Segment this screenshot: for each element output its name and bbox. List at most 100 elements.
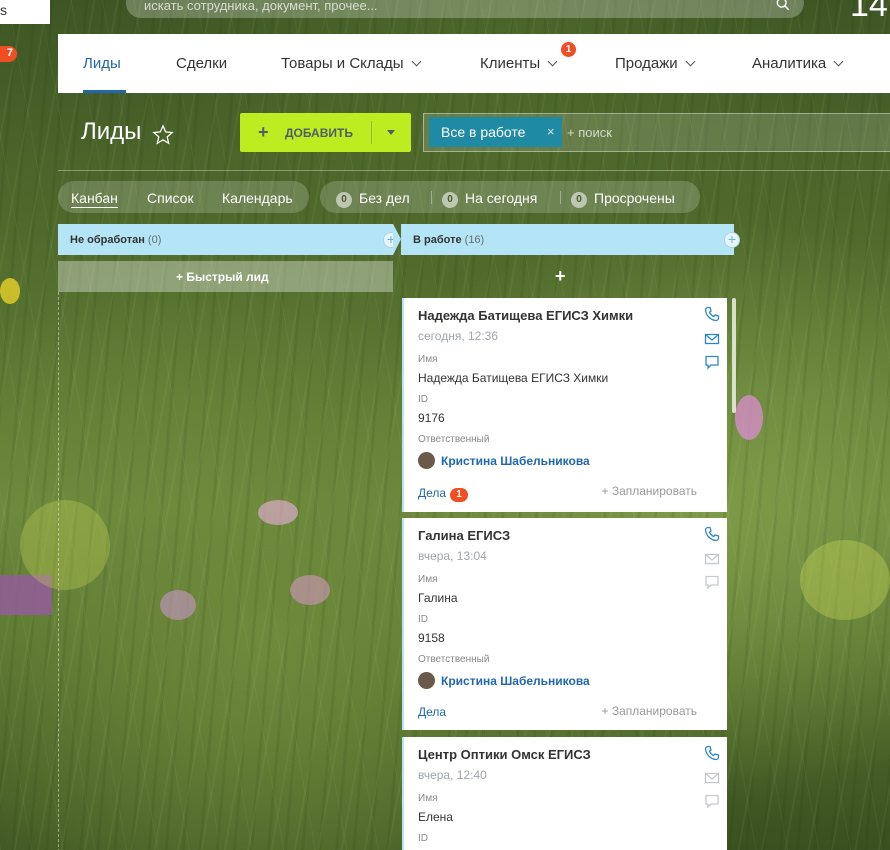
- mail-icon[interactable]: [704, 551, 720, 567]
- plan-activity-link[interactable]: + Запланировать: [601, 704, 697, 718]
- tab-deals[interactable]: Сделки: [176, 55, 227, 72]
- card-date: сегодня, 12:36: [418, 329, 499, 343]
- column-arrow: [393, 224, 401, 255]
- mail-icon[interactable]: [704, 770, 720, 786]
- counter-no-activities[interactable]: 0 Без дел: [336, 190, 410, 209]
- owner-name: Кристина Шабельникова: [441, 454, 590, 468]
- field-value: 9176: [418, 411, 445, 425]
- star-icon[interactable]: [152, 124, 174, 146]
- phone-icon[interactable]: [704, 526, 720, 542]
- owner-link[interactable]: Кристина Шабельникова: [418, 672, 590, 689]
- title-divider: [58, 170, 890, 171]
- mail-icon[interactable]: [704, 331, 720, 347]
- card-title[interactable]: Надежда Батищева ЕГИСЗ Химки: [418, 308, 633, 323]
- counter-overdue[interactable]: 0 Просрочены: [571, 190, 675, 209]
- tab-label: Сделки: [176, 55, 228, 72]
- portal-logo[interactable]: s: [0, 0, 50, 24]
- left-menu-badge: 7: [0, 46, 17, 62]
- field-label: Имя: [418, 793, 438, 804]
- background-flower: [0, 575, 52, 615]
- page-title: Лиды: [81, 118, 142, 145]
- avatar: [418, 452, 435, 469]
- quick-lead-text: Быстрый лид: [186, 270, 269, 284]
- view-switcher: Канбан Список Календарь: [58, 181, 309, 213]
- card-date: вчера, 12:40: [418, 768, 487, 782]
- tab-label: Продажи: [615, 55, 678, 72]
- background-flower: [258, 500, 298, 525]
- deals-label: Дела: [418, 486, 447, 500]
- phone-icon[interactable]: [704, 306, 720, 322]
- field-value: Галина: [418, 591, 458, 605]
- field-value: 9158: [418, 631, 445, 645]
- counter-today[interactable]: 0 На сегодня: [442, 190, 537, 209]
- owner-link[interactable]: Кристина Шабельникова: [418, 452, 590, 469]
- add-button[interactable]: + ДОБАВИТЬ: [240, 113, 411, 152]
- active-tab-underline: [83, 90, 126, 93]
- tab-sales[interactable]: Продажи: [615, 55, 696, 72]
- activity-counters: 0 Без дел 0 На сегодня 0 Просрочены: [320, 181, 700, 213]
- card-date: вчера, 13:04: [418, 549, 487, 563]
- counter-separator: [560, 191, 561, 204]
- lead-card[interactable]: Надежда Батищева ЕГИСЗ Химки сегодня, 12…: [402, 298, 727, 512]
- chevron-down-icon: [411, 56, 421, 67]
- plus-icon: +: [258, 122, 269, 142]
- avatar: [418, 672, 435, 689]
- column-add-lead-button[interactable]: +: [555, 266, 566, 287]
- deals-label: Дела: [418, 705, 447, 719]
- counter-value: 0: [336, 192, 352, 208]
- chevron-down-icon: [833, 56, 844, 67]
- field-label: ID: [418, 394, 428, 405]
- view-kanban[interactable]: Канбан: [71, 190, 118, 208]
- view-list[interactable]: Список: [147, 190, 194, 206]
- counter-label: Просрочены: [594, 190, 675, 206]
- lead-card[interactable]: Центр Оптики Омск ЕГИСЗ вчера, 12:40 Имя…: [402, 737, 727, 850]
- close-icon[interactable]: ×: [547, 124, 555, 139]
- column-add-icon[interactable]: +: [724, 232, 740, 248]
- tab-clients[interactable]: Клиенты: [480, 55, 558, 72]
- card-title[interactable]: Галина ЕГИСЗ: [418, 528, 510, 543]
- tab-leads[interactable]: Лиды: [83, 55, 121, 72]
- quick-lead-button[interactable]: + Быстрый лид: [58, 261, 393, 292]
- global-search-placeholder: искать сотрудника, документ, прочее...: [144, 0, 378, 13]
- clients-badge: 1: [561, 42, 576, 57]
- crm-nav: Лиды Сделки Товары и Склады Клиенты 1 Пр…: [58, 34, 890, 93]
- column-dropzone-border: [58, 292, 59, 850]
- filter-chip[interactable]: Все в работе ×: [429, 117, 562, 147]
- deals-link[interactable]: Дела: [418, 705, 446, 719]
- global-search-input[interactable]: искать сотрудника, документ, прочее...: [126, 0, 804, 18]
- card-title[interactable]: Центр Оптики Омск ЕГИСЗ: [418, 747, 591, 762]
- tab-label: Клиенты: [480, 55, 541, 72]
- field-label: ID: [418, 833, 428, 844]
- column-header-new[interactable]: Не обработан (0) +: [58, 224, 399, 255]
- view-calendar[interactable]: Календарь: [222, 190, 293, 206]
- tab-label: Аналитика: [752, 55, 827, 72]
- tab-analytics[interactable]: Аналитика: [752, 55, 844, 72]
- chat-icon[interactable]: [704, 793, 720, 809]
- deals-link[interactable]: Дела 1: [418, 486, 469, 502]
- column-name: В работе: [413, 234, 462, 246]
- field-label: Ответственный: [418, 434, 490, 445]
- chevron-down-icon: [685, 56, 696, 67]
- counter-value: 0: [571, 192, 587, 208]
- filter-chip-label: Все в работе: [441, 124, 526, 140]
- chat-icon[interactable]: [704, 354, 720, 370]
- tab-products-warehouses[interactable]: Товары и Склады: [281, 55, 421, 72]
- caret-down-icon[interactable]: [387, 130, 395, 135]
- column-header-in-progress[interactable]: В работе (16) +: [401, 224, 740, 255]
- search-icon[interactable]: [776, 0, 790, 11]
- background-flower: [0, 278, 20, 304]
- background-flower: [160, 590, 196, 620]
- plan-activity-link[interactable]: + Запланировать: [601, 484, 697, 498]
- filter-search-input[interactable]: + поиск: [567, 125, 612, 140]
- column-count: (0): [147, 234, 162, 246]
- phone-icon[interactable]: [704, 745, 720, 761]
- column-scrollbar[interactable]: [732, 298, 736, 413]
- quick-lead-label: + Быстрый лид: [176, 270, 269, 284]
- logo-text: s: [0, 2, 7, 18]
- lead-card[interactable]: Галина ЕГИСЗ вчера, 13:04 Имя Галина ID …: [402, 518, 727, 730]
- background-flower: [20, 500, 110, 590]
- field-label: Имя: [418, 354, 438, 365]
- chevron-down-icon: [547, 56, 558, 67]
- counter-value: 0: [442, 192, 458, 208]
- chat-icon[interactable]: [704, 574, 720, 590]
